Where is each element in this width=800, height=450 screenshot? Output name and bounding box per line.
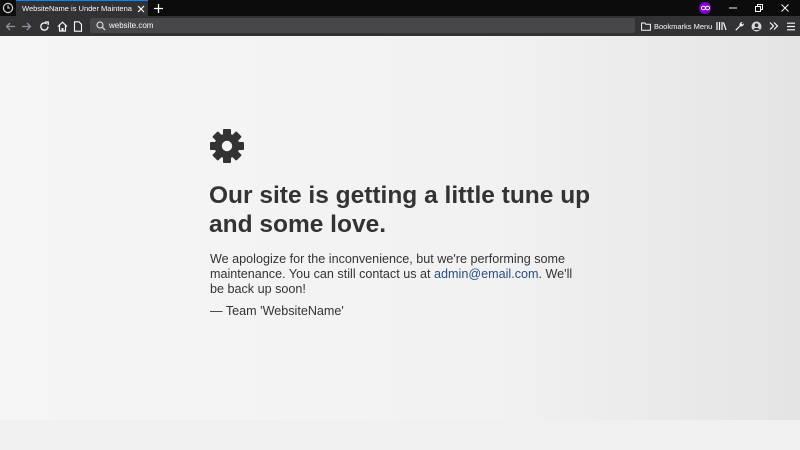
nav-toolbar: website.com Bookmarks Menu	[0, 16, 800, 36]
page-bottom	[0, 420, 800, 450]
tab-title: WebsiteName is Under Maintenance	[22, 4, 132, 13]
gear-icon	[210, 129, 244, 163]
url-bar[interactable]: website.com	[90, 18, 635, 33]
account-button[interactable]	[749, 19, 763, 33]
page-title: Our site is getting a little tune up and…	[209, 182, 591, 238]
site-info-button[interactable]	[71, 19, 85, 33]
back-arrow-icon	[5, 22, 15, 30]
close-window-button[interactable]	[772, 0, 798, 16]
maintenance-message: We apologize for the inconvenience, but …	[210, 252, 580, 297]
close-icon	[781, 4, 789, 12]
overflow-button[interactable]	[767, 19, 781, 33]
reload-button[interactable]	[37, 19, 51, 33]
folder-icon	[641, 22, 651, 31]
plus-icon	[153, 3, 163, 13]
wrench-icon	[734, 21, 744, 31]
customize-button[interactable]	[732, 19, 746, 33]
private-browsing-mask-icon	[699, 2, 711, 14]
tab-active[interactable]: WebsiteName is Under Maintenance	[16, 0, 148, 16]
search-icon	[95, 20, 106, 31]
contact-email-link[interactable]: admin@email.com	[434, 267, 538, 281]
page-icon	[73, 20, 83, 32]
home-button[interactable]	[55, 19, 69, 33]
library-button[interactable]	[714, 19, 728, 33]
home-icon	[57, 20, 67, 32]
tab-close-icon[interactable]	[136, 4, 145, 13]
url-field[interactable]: website.com	[109, 20, 153, 31]
hamburger-menu-icon	[787, 22, 795, 30]
restore-button[interactable]	[746, 0, 772, 16]
tab-strip: WebsiteName is Under Maintenance	[0, 0, 800, 16]
team-signature: — Team 'WebsiteName'	[210, 304, 344, 318]
app-icon[interactable]	[2, 2, 14, 14]
account-icon	[751, 21, 761, 31]
browser-window: WebsiteName is Under Maintenance website…	[0, 0, 800, 450]
new-tab-button[interactable]	[151, 1, 165, 15]
bookmarks-menu-label: Bookmarks Menu	[654, 21, 713, 31]
forward-button[interactable]	[19, 19, 33, 33]
chevron-double-right-icon	[769, 22, 779, 30]
minimize-button[interactable]	[720, 0, 746, 16]
back-button[interactable]	[3, 19, 17, 33]
forward-arrow-icon	[21, 22, 31, 30]
bookmarks-menu-button[interactable]: Bookmarks Menu	[641, 19, 712, 33]
library-icon	[715, 22, 727, 31]
reload-icon	[39, 20, 49, 31]
minimize-icon	[729, 7, 737, 9]
restore-icon	[755, 4, 763, 12]
menu-button[interactable]	[784, 19, 798, 33]
